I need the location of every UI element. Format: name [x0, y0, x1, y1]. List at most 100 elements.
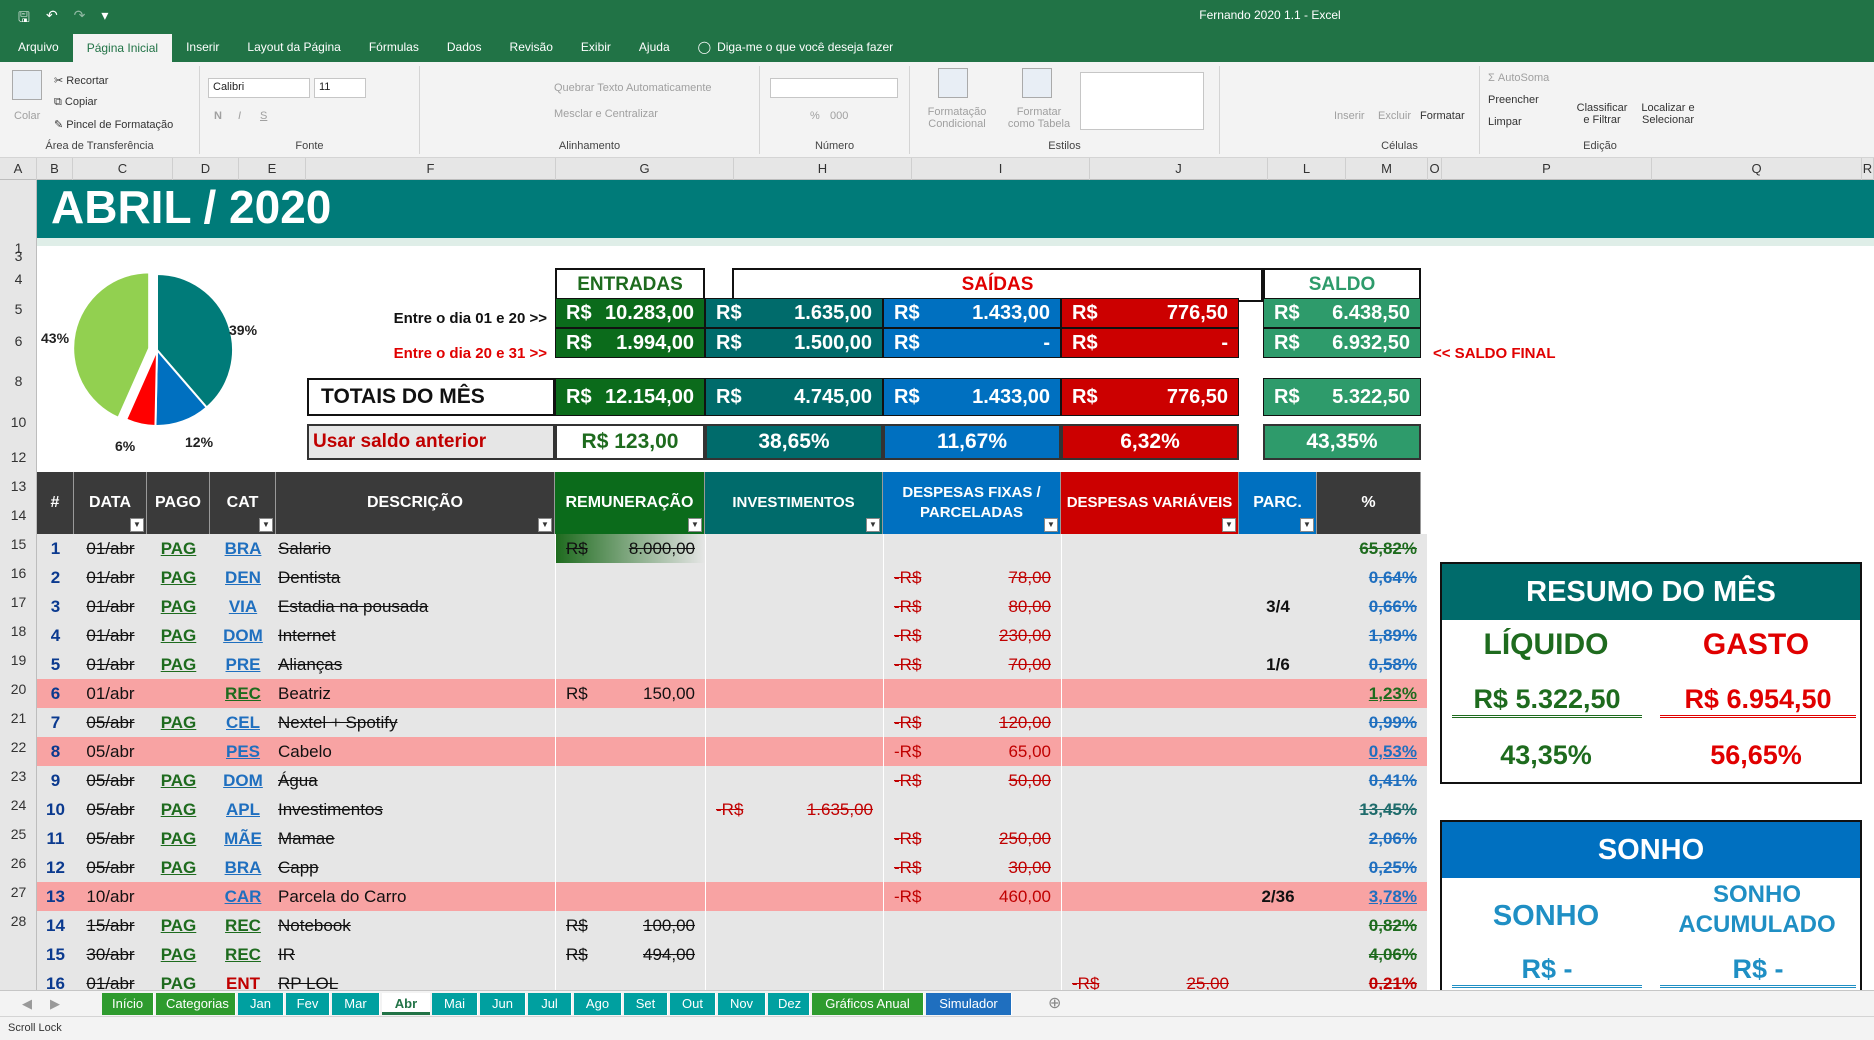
cell-cat[interactable]: REC	[210, 911, 276, 940]
sheet-tab[interactable]: Jun	[480, 993, 526, 1015]
cell-pct[interactable]: 0,58%	[1317, 650, 1421, 679]
cell-var[interactable]	[1061, 534, 1239, 563]
cell-n[interactable]: 6	[37, 679, 74, 708]
cell-var[interactable]	[1061, 795, 1239, 824]
column-header[interactable]: M	[1346, 158, 1428, 180]
cell-date[interactable]: 30/abr	[74, 940, 147, 969]
cell-rem[interactable]	[555, 563, 705, 592]
sheet-tab[interactable]: Categorias	[156, 993, 236, 1015]
cell-rem[interactable]	[555, 592, 705, 621]
row-header[interactable]: 18	[0, 617, 37, 646]
cell-pago[interactable]	[147, 882, 210, 911]
cell-fix[interactable]: -R$ 50,00	[883, 766, 1061, 795]
table-row[interactable]: 4 01/abr PAG DOM Internet -R$ 230,00 1,89%	[37, 621, 1427, 650]
redo-icon[interactable]: ↷	[74, 7, 86, 31]
row-header[interactable]: 14	[0, 501, 37, 530]
cell-var[interactable]	[1061, 621, 1239, 650]
filter-dropdown-icon[interactable]: ▼	[130, 518, 144, 532]
column-header[interactable]: Q	[1652, 158, 1862, 180]
column-header[interactable]: G	[556, 158, 734, 180]
cell-cat[interactable]: ENT	[210, 969, 276, 990]
cell-desc[interactable]: Estadia na pousada	[276, 592, 555, 621]
cell-date[interactable]: 01/abr	[74, 592, 147, 621]
cell-n[interactable]: 2	[37, 563, 74, 592]
row-header[interactable]: 16	[0, 559, 37, 588]
cell-inv[interactable]	[705, 650, 883, 679]
cell-parc[interactable]	[1239, 766, 1317, 795]
next-sheet-icon[interactable]: ▶	[40, 993, 70, 1015]
cell-pct[interactable]: 0,99%	[1317, 708, 1421, 737]
column-header[interactable]: F	[306, 158, 556, 180]
tab-exibir[interactable]: Exibir	[567, 32, 625, 62]
row-header[interactable]: 23	[0, 762, 37, 791]
cell-rem[interactable]	[555, 824, 705, 853]
cell-n[interactable]: 11	[37, 824, 74, 853]
sheet-tab[interactable]: Gráficos Anual	[812, 993, 924, 1015]
cell-cat[interactable]: PRE	[210, 650, 276, 679]
row-header[interactable]: 1	[0, 180, 37, 256]
cell-date[interactable]: 05/abr	[74, 737, 147, 766]
cell-desc[interactable]: Notebook	[276, 911, 555, 940]
cell-var[interactable]: -R$ 25,00	[1061, 969, 1239, 990]
cell-styles-gallery[interactable]	[1080, 72, 1204, 130]
cell-fix[interactable]: -R$ 70,00	[883, 650, 1061, 679]
cell-cat[interactable]: APL	[210, 795, 276, 824]
cell-n[interactable]: 7	[37, 708, 74, 737]
cell-desc[interactable]: Dentista	[276, 563, 555, 592]
row-header[interactable]: 5	[0, 294, 37, 324]
cell-inv[interactable]	[705, 911, 883, 940]
cell-pago[interactable]: PAG	[147, 708, 210, 737]
cell-date[interactable]: 01/abr	[74, 679, 147, 708]
cell-rem[interactable]: R$ 8.000,00	[555, 534, 705, 563]
tab-dados[interactable]: Dados	[433, 32, 496, 62]
cell-pago[interactable]: PAG	[147, 853, 210, 882]
column-header[interactable]: R	[1862, 158, 1874, 180]
table-row[interactable]: 11 05/abr PAG MÃE Mamae -R$ 250,00 2,06%	[37, 824, 1427, 853]
sheet-tab[interactable]: Fev	[286, 993, 330, 1015]
cell-rem[interactable]	[555, 650, 705, 679]
cell-cat[interactable]: DOM	[210, 766, 276, 795]
cell-n[interactable]: 16	[37, 969, 74, 990]
worksheet[interactable]: ABRIL / 2020 43% 39% 12% 6% ENTRADAS SAÍ…	[37, 180, 1874, 990]
cell-fix[interactable]	[883, 795, 1061, 824]
row-header[interactable]: 24	[0, 791, 37, 820]
cell-pct[interactable]: 0,21%	[1317, 969, 1421, 990]
format-cells-button[interactable]: Formatar	[1420, 110, 1465, 122]
cell-desc[interactable]: IR	[276, 940, 555, 969]
cell-inv[interactable]	[705, 882, 883, 911]
cell-pct[interactable]: 1,89%	[1317, 621, 1421, 650]
cell-fix[interactable]: -R$ 65,00	[883, 737, 1061, 766]
cell-pago[interactable]: PAG	[147, 592, 210, 621]
cell-pago[interactable]: PAG	[147, 563, 210, 592]
table-row[interactable]: 2 01/abr PAG DEN Dentista -R$ 78,00 0,64%	[37, 563, 1427, 592]
cell-cat[interactable]: BRA	[210, 853, 276, 882]
column-header[interactable]: P	[1442, 158, 1652, 180]
cell-pago[interactable]	[147, 679, 210, 708]
cell-fix[interactable]: -R$ 120,00	[883, 708, 1061, 737]
sort-filter-button[interactable]: Classificar e Filtrar	[1574, 102, 1630, 126]
cell-rem[interactable]	[555, 737, 705, 766]
cell-parc[interactable]	[1239, 911, 1317, 940]
cell-date[interactable]: 05/abr	[74, 766, 147, 795]
cell-date[interactable]: 10/abr	[74, 882, 147, 911]
cell-pct[interactable]: 0,82%	[1317, 911, 1421, 940]
cell-var[interactable]	[1061, 882, 1239, 911]
table-row[interactable]: 1 01/abr PAG BRA Salario R$ 8.000,00 65,82%	[37, 534, 1427, 563]
format-painter-button[interactable]: ✎ Pincel de Formatação	[54, 118, 173, 131]
table-row[interactable]: 14 15/abr PAG REC Notebook R$ 100,00 0,82%	[37, 911, 1427, 940]
cell-inv[interactable]: -R$ 1.635,00	[705, 795, 883, 824]
cell-date[interactable]: 01/abr	[74, 969, 147, 990]
sheet-tab[interactable]: Dez	[768, 993, 810, 1015]
column-header[interactable]: C	[73, 158, 173, 180]
cell-parc[interactable]: 2/36	[1239, 882, 1317, 911]
cell-var[interactable]	[1061, 563, 1239, 592]
cell-n[interactable]: 4	[37, 621, 74, 650]
merge-center-button[interactable]: Mesclar e Centralizar	[554, 108, 658, 120]
table-row[interactable]: 10 05/abr PAG APL Investimentos -R$ 1.635,00 13…	[37, 795, 1427, 824]
save-icon[interactable]: 🖫	[18, 7, 30, 31]
row-header[interactable]: 15	[0, 530, 37, 559]
copy-button[interactable]: ⧉ Copiar	[54, 96, 97, 109]
column-header[interactable]: B	[37, 158, 73, 180]
row-header[interactable]: 6	[0, 324, 37, 358]
filter-dropdown-icon[interactable]: ▼	[538, 518, 552, 532]
